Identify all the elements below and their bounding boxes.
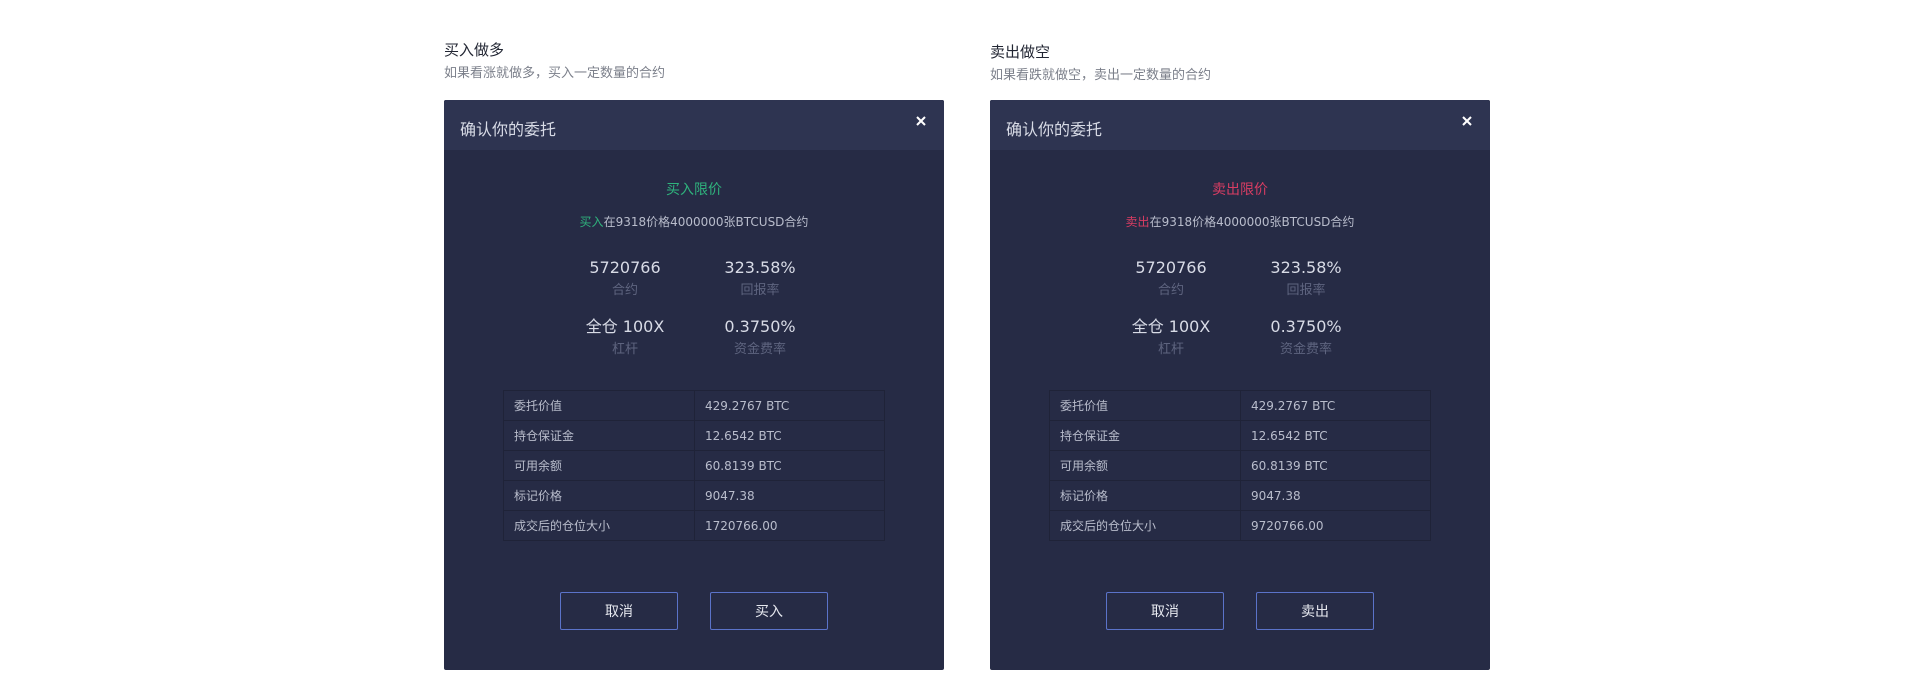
dialog-header: 确认你的委托 (990, 100, 1490, 150)
row-key: 标记价格 (503, 480, 695, 511)
row-value: 60.8139 BTC (694, 450, 885, 481)
stat-value: 0.3750% (1270, 317, 1342, 336)
table-row: 持仓保证金 12.6542 BTC (1049, 420, 1431, 451)
stat-contracts: 5720766 合约 (1111, 258, 1231, 300)
row-key: 委托价值 (1049, 390, 1241, 421)
stat-value: 323.58% (724, 258, 796, 277)
row-key: 持仓保证金 (503, 420, 695, 451)
row-key: 可用余额 (503, 450, 695, 481)
table-row: 可用余额 60.8139 BTC (503, 450, 885, 481)
stat-label: 回报率 (740, 283, 780, 298)
order-description: 买入在9318价格4000000张BTCUSD合约 (444, 213, 944, 230)
row-value: 9047.38 (694, 480, 885, 511)
dialog-title: 确认你的委托 (460, 120, 557, 139)
row-value: 429.2767 BTC (694, 390, 885, 421)
sell-short-title: 卖出做空 (990, 43, 1051, 61)
table-row: 持仓保证金 12.6542 BTC (503, 420, 885, 451)
stat-value: 323.58% (1270, 258, 1342, 277)
order-detail: 在9318价格4000000张BTCUSD合约 (603, 215, 809, 229)
dialog-title: 确认你的委托 (1006, 120, 1103, 139)
table-row: 委托价值 429.2767 BTC (503, 390, 885, 421)
order-type-label: 卖出限价 (1212, 182, 1268, 198)
order-side: 卖出 (1125, 215, 1150, 229)
stat-value: 全仓 100X (1131, 317, 1211, 336)
row-key: 委托价值 (503, 390, 695, 421)
row-key: 成交后的仓位大小 (503, 510, 695, 541)
buy-long-panel: 买入做多 如果看涨就做多，买入一定数量的合约 确认你的委托 买入限价 买入在93… (444, 40, 944, 670)
table-row: 标记价格 9047.38 (1049, 480, 1431, 511)
buy-long-title: 买入做多 (444, 41, 505, 59)
stat-label: 资金费率 (1279, 342, 1332, 357)
order-info-table: 委托价值 429.2767 BTC 持仓保证金 12.6542 BTC 可用余额… (503, 390, 885, 541)
stat-leverage: 全仓 100X 杠杆 (1111, 317, 1231, 359)
table-row: 委托价值 429.2767 BTC (1049, 390, 1431, 421)
stat-value: 5720766 (1135, 258, 1207, 277)
sell-button[interactable]: 卖出 (1256, 592, 1374, 630)
cancel-button[interactable]: 取消 (1106, 592, 1224, 630)
row-key: 成交后的仓位大小 (1049, 510, 1241, 541)
row-value: 1720766.00 (694, 510, 885, 541)
table-row: 成交后的仓位大小 1720766.00 (503, 510, 885, 541)
confirm-order-dialog-sell: 确认你的委托 卖出限价 卖出在9318价格4000000张BTCUSD合约 57… (990, 100, 1490, 670)
stat-label: 资金费率 (733, 342, 786, 357)
stat-funding-rate: 0.3750% 资金费率 (1246, 317, 1366, 359)
order-info-table: 委托价值 429.2767 BTC 持仓保证金 12.6542 BTC 可用余额… (1049, 390, 1431, 541)
confirm-order-dialog-buy: 确认你的委托 买入限价 买入在9318价格4000000张BTCUSD合约 57… (444, 100, 944, 670)
stat-funding-rate: 0.3750% 资金费率 (700, 317, 820, 359)
close-icon[interactable] (1458, 112, 1476, 130)
sell-short-panel: 卖出做空 如果看跌就做空，卖出一定数量的合约 确认你的委托 卖出限价 卖出在93… (990, 42, 1490, 670)
stat-value: 5720766 (589, 258, 661, 277)
stat-leverage: 全仓 100X 杠杆 (565, 317, 685, 359)
stat-return-rate: 323.58% 回报率 (700, 258, 820, 300)
order-detail: 在9318价格4000000张BTCUSD合约 (1149, 215, 1355, 229)
row-value: 12.6542 BTC (1240, 420, 1431, 451)
row-key: 可用余额 (1049, 450, 1241, 481)
stat-label: 杠杆 (1157, 342, 1184, 357)
table-row: 成交后的仓位大小 9720766.00 (1049, 510, 1431, 541)
stat-value: 全仓 100X (585, 317, 665, 336)
table-row: 标记价格 9047.38 (503, 480, 885, 511)
cancel-button[interactable]: 取消 (560, 592, 678, 630)
table-row: 可用余额 60.8139 BTC (1049, 450, 1431, 481)
row-value: 429.2767 BTC (1240, 390, 1431, 421)
row-value: 12.6542 BTC (694, 420, 885, 451)
stat-label: 合约 (1157, 283, 1184, 298)
stat-contracts: 5720766 合约 (565, 258, 685, 300)
stat-label: 杠杆 (611, 342, 638, 357)
buy-button[interactable]: 买入 (710, 592, 828, 630)
order-type-label: 买入限价 (666, 182, 722, 198)
order-side: 买入 (579, 215, 604, 229)
sell-short-description: 如果看跌就做空，卖出一定数量的合约 (990, 68, 1212, 83)
close-icon[interactable] (912, 112, 930, 130)
stat-return-rate: 323.58% 回报率 (1246, 258, 1366, 300)
row-key: 标记价格 (1049, 480, 1241, 511)
row-value: 9720766.00 (1240, 510, 1431, 541)
stat-label: 合约 (611, 283, 638, 298)
stat-value: 0.3750% (724, 317, 796, 336)
row-value: 9047.38 (1240, 480, 1431, 511)
dialog-header: 确认你的委托 (444, 100, 944, 150)
row-value: 60.8139 BTC (1240, 450, 1431, 481)
order-description: 卖出在9318价格4000000张BTCUSD合约 (990, 213, 1490, 230)
row-key: 持仓保证金 (1049, 420, 1241, 451)
buy-long-description: 如果看涨就做多，买入一定数量的合约 (444, 66, 666, 81)
stat-label: 回报率 (1286, 283, 1326, 298)
